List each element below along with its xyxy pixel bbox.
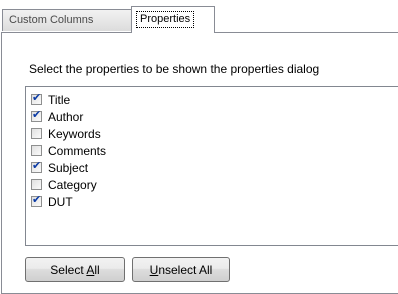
tab-custom-columns[interactable]: Custom Columns	[2, 9, 132, 31]
tab-custom-columns-label: Custom Columns	[9, 14, 94, 26]
checkmark-icon: ✔	[32, 91, 42, 104]
list-item-label: DUT	[48, 194, 73, 209]
list-item-keywords[interactable]: Keywords	[31, 125, 101, 142]
list-item-subject[interactable]: ✔ Subject	[31, 159, 88, 176]
comments-checkbox[interactable]	[31, 145, 42, 156]
tab-strip: Custom Columns Properties	[0, 0, 398, 33]
checkmark-icon: ✔	[32, 193, 42, 206]
tab-properties[interactable]: Properties	[131, 6, 215, 33]
checkmark-icon: ✔	[32, 159, 42, 172]
keywords-checkbox[interactable]	[31, 128, 42, 139]
checkmark-icon: ✔	[32, 108, 42, 121]
list-item-label: Category	[48, 177, 97, 192]
title-checkbox[interactable]: ✔	[31, 91, 42, 105]
list-item-label: Subject	[48, 160, 89, 175]
select-all-button[interactable]: Select All	[25, 257, 125, 282]
dut-checkbox[interactable]: ✔	[31, 193, 42, 207]
list-item-comments[interactable]: Comments	[31, 142, 106, 159]
properties-listbox[interactable]: ✔ Title ✔ Author Keywords Comments ✔ Sub…	[25, 86, 398, 246]
author-checkbox[interactable]: ✔	[31, 108, 42, 122]
category-checkbox[interactable]	[31, 179, 42, 190]
list-item-label: Title	[48, 92, 71, 107]
list-item-label: Keywords	[48, 126, 101, 141]
tab-properties-label: Properties	[136, 11, 195, 28]
instruction-text: Select the properties to be shown the pr…	[29, 62, 320, 76]
list-item-category[interactable]: Category	[31, 176, 97, 193]
list-item-author[interactable]: ✔ Author	[31, 108, 83, 125]
list-item-title[interactable]: ✔ Title	[31, 91, 70, 108]
list-item-label: Author	[48, 109, 84, 124]
unselect-all-mnemonic: U	[149, 262, 159, 277]
select-all-suffix: ll	[94, 262, 100, 277]
select-all-prefix: Select	[50, 262, 87, 277]
unselect-all-button[interactable]: Unselect All	[132, 257, 230, 282]
unselect-all-suffix: nselect All	[158, 262, 213, 277]
list-item-label: Comments	[48, 143, 107, 158]
subject-checkbox[interactable]: ✔	[31, 159, 42, 173]
list-item-dut[interactable]: ✔ DUT	[31, 193, 73, 210]
